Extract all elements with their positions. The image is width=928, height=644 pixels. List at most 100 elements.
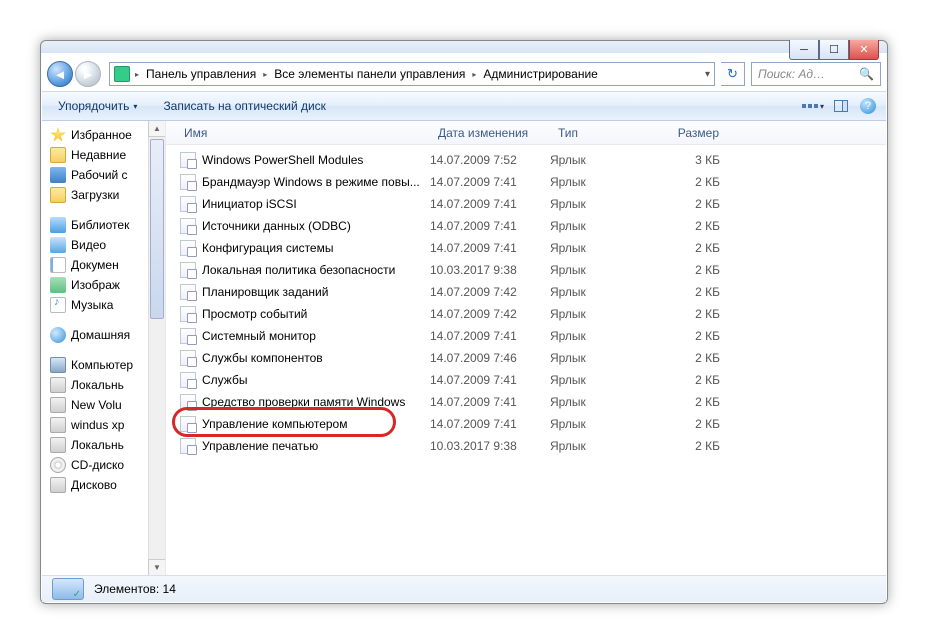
shortcut-icon [180,196,196,212]
breadcrumb-segment[interactable]: Панель управления [144,67,258,81]
dropdown-chevron-icon[interactable]: ▾ [705,69,710,80]
chevron-right-icon[interactable]: ▸ [132,70,142,79]
forward-button[interactable]: ► [75,61,101,87]
search-input[interactable]: Поиск: Ад… 🔍 [751,62,881,86]
close-button[interactable]: ✕ [849,40,879,60]
titlebar[interactable] [41,41,887,53]
file-type: Ярлык [550,153,660,167]
sidebar-scrollbar[interactable]: ▲ ▼ [148,121,165,575]
file-row[interactable]: Windows PowerShell Modules14.07.2009 7:5… [166,149,886,171]
sidebar-item-videos[interactable]: Видео [42,235,165,255]
file-size: 2 КБ [660,263,740,277]
column-headers: Имя Дата изменения Тип Размер [166,121,886,145]
file-date: 14.07.2009 7:42 [430,307,550,321]
shortcut-icon [180,306,196,322]
sidebar-item-computer[interactable]: Компьютер [42,355,165,375]
file-date: 14.07.2009 7:42 [430,285,550,299]
file-name: Службы компонентов [202,351,430,365]
shortcut-icon [180,328,196,344]
sidebar-item-homegroup[interactable]: Домашняя [42,325,165,345]
computer-icon [50,357,66,373]
desktop-icon [50,167,66,183]
file-type: Ярлык [550,351,660,365]
file-row[interactable]: Инициатор iSCSI14.07.2009 7:41Ярлык2 КБ [166,193,886,215]
file-size: 2 КБ [660,197,740,211]
sidebar-item-desktop[interactable]: Рабочий с [42,165,165,185]
file-row[interactable]: Службы14.07.2009 7:41Ярлык2 КБ [166,369,886,391]
file-date: 14.07.2009 7:41 [430,395,550,409]
sidebar-item-floppy[interactable]: Дисково [42,475,165,495]
sidebar-item-recent[interactable]: Недавние [42,145,165,165]
file-size: 2 КБ [660,329,740,343]
chevron-down-icon: ▾ [133,102,137,111]
burn-disc-button[interactable]: Записать на оптический диск [157,96,332,116]
chevron-right-icon[interactable]: ▸ [469,70,479,79]
column-date[interactable]: Дата изменения [430,126,550,140]
column-size[interactable]: Размер [660,126,740,140]
shortcut-icon [180,152,196,168]
drive-icon [50,417,66,433]
scroll-down-icon[interactable]: ▼ [148,559,166,575]
sidebar-item-libraries[interactable]: Библиотек [42,215,165,235]
file-name: Средство проверки памяти Windows [202,395,430,409]
breadcrumb-segment[interactable]: Все элементы панели управления [272,67,467,81]
file-row[interactable]: Управление печатью10.03.2017 9:38Ярлык2 … [166,435,886,457]
scroll-up-icon[interactable]: ▲ [148,121,166,137]
column-name[interactable]: Имя [166,126,430,140]
refresh-button[interactable]: ↻ [721,62,745,86]
file-name: Планировщик заданий [202,285,430,299]
shortcut-icon [180,416,196,432]
sidebar-item-documents[interactable]: Докумен [42,255,165,275]
preview-pane-button[interactable] [832,99,850,113]
file-row[interactable]: Источники данных (ODBC)14.07.2009 7:41Яр… [166,215,886,237]
sidebar-item-pictures[interactable]: Изображ [42,275,165,295]
back-button[interactable]: ◄ [47,61,73,87]
sidebar-item-local-disk[interactable]: Локальнь [42,375,165,395]
chevron-right-icon[interactable]: ▸ [260,70,270,79]
file-type: Ярлык [550,439,660,453]
file-size: 2 КБ [660,219,740,233]
file-name: Службы [202,373,430,387]
sidebar-item-favorites[interactable]: Избранное [42,125,165,145]
file-row[interactable]: Конфигурация системы14.07.2009 7:41Ярлык… [166,237,886,259]
drive-icon [50,397,66,413]
pictures-icon [50,277,66,293]
maximize-button[interactable]: ☐ [819,40,849,60]
file-row[interactable]: Планировщик заданий14.07.2009 7:42Ярлык2… [166,281,886,303]
file-name: Локальная политика безопасности [202,263,430,277]
help-button[interactable]: ? [860,98,876,114]
file-type: Ярлык [550,307,660,321]
file-row[interactable]: Средство проверки памяти Windows14.07.20… [166,391,886,413]
file-type: Ярлык [550,395,660,409]
file-row[interactable]: Системный монитор14.07.2009 7:41Ярлык2 К… [166,325,886,347]
sidebar-item-downloads[interactable]: Загрузки [42,185,165,205]
column-type[interactable]: Тип [550,126,660,140]
shortcut-icon [180,240,196,256]
file-row[interactable]: Локальная политика безопасности10.03.201… [166,259,886,281]
file-size: 3 КБ [660,153,740,167]
file-type: Ярлык [550,175,660,189]
sidebar-item-cd-drive[interactable]: CD-диско [42,455,165,475]
sidebar-item-new-volume[interactable]: New Volu [42,395,165,415]
file-date: 14.07.2009 7:41 [430,197,550,211]
shortcut-icon [180,174,196,190]
file-date: 14.07.2009 7:52 [430,153,550,167]
breadcrumb-segment[interactable]: Администрирование [481,67,599,81]
control-panel-icon [114,66,130,82]
file-row[interactable]: Службы компонентов14.07.2009 7:46Ярлык2 … [166,347,886,369]
sidebar-item-local-disk-2[interactable]: Локальнь [42,435,165,455]
file-row[interactable]: Брандмауэр Windows в режиме повы...14.07… [166,171,886,193]
address-bar[interactable]: ▸ Панель управления ▸ Все элементы панел… [109,62,715,86]
file-row[interactable]: Управление компьютером14.07.2009 7:41Ярл… [166,413,886,435]
file-type: Ярлык [550,329,660,343]
file-size: 2 КБ [660,175,740,189]
file-name: Windows PowerShell Modules [202,153,430,167]
sidebar-item-windus-xp[interactable]: windus xp [42,415,165,435]
file-row[interactable]: Просмотр событий14.07.2009 7:42Ярлык2 КБ [166,303,886,325]
view-options-button[interactable]: ▾ [804,99,822,113]
search-icon: 🔍 [859,67,874,81]
sidebar-item-music[interactable]: Музыка [42,295,165,315]
scrollbar-thumb[interactable] [150,139,164,319]
minimize-button[interactable]: ─ [789,40,819,60]
organize-button[interactable]: Упорядочить▾ [52,96,143,116]
